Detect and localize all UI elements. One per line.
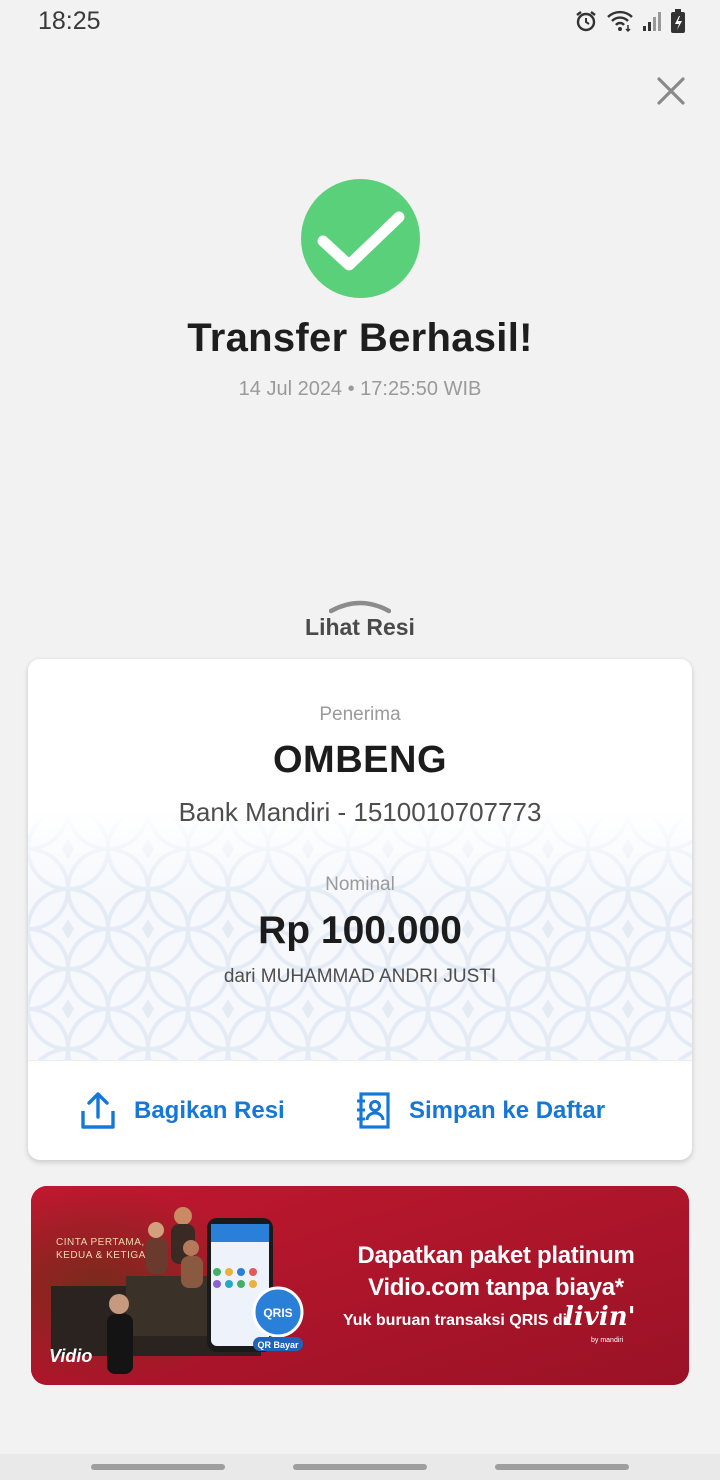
save-to-list-button[interactable]: Simpan ke Daftar — [355, 1091, 605, 1131]
signal-icon — [642, 9, 662, 33]
banner-headline-2: Vidio.com tanpa biaya* — [368, 1274, 624, 1301]
recipient-bank-account: Bank Mandiri - 1510010707773 — [178, 797, 542, 827]
contact-book-icon — [357, 1092, 390, 1129]
nav-home-button[interactable] — [293, 1464, 427, 1470]
view-receipt-label: Lihat Resi — [305, 614, 415, 640]
nav-recents-button[interactable] — [91, 1464, 225, 1470]
success-check-icon — [301, 179, 420, 298]
receipt-card: Penerima OMBENG Bank Mandiri - 151001070… — [28, 659, 692, 1160]
banner-headline-1: Dapatkan paket platinum — [357, 1242, 635, 1269]
status-icons — [574, 8, 686, 34]
banner-tagline: CINTA PERTAMA, KEDUA & KETIGA — [56, 1237, 146, 1261]
svg-text:QR Bayar: QR Bayar — [257, 1340, 299, 1350]
wifi-icon — [606, 9, 634, 33]
chevron-up-icon — [329, 600, 391, 614]
share-receipt-button[interactable]: Bagikan Resi — [80, 1091, 285, 1131]
promo-banner[interactable]: QRIS QR Bayar CINTA PERTAMA, KEDUA & KET… — [31, 1186, 689, 1385]
share-icon — [81, 1092, 115, 1129]
card-divider — [28, 1060, 692, 1061]
alarm-icon — [574, 9, 598, 33]
amount-label: Nominal — [325, 874, 395, 895]
recipient-label: Penerima — [319, 704, 401, 725]
livin-logo-sub: by mandiri — [591, 1337, 624, 1344]
view-receipt-toggle[interactable]: Lihat Resi — [260, 596, 460, 648]
save-to-list-label: Simpan ke Daftar — [409, 1097, 606, 1124]
transaction-datetime: 14 Jul 2024 • 17:25:50 WIB — [238, 378, 482, 400]
sender-name: dari MUHAMMAD ANDRI JUSTI — [223, 966, 497, 987]
status-bar: 18:25 — [0, 0, 720, 42]
close-button[interactable] — [650, 72, 690, 112]
svg-text:QRIS: QRIS — [263, 1306, 292, 1320]
page-title: Transfer Berhasil! — [187, 316, 533, 360]
status-time: 18:25 — [38, 7, 101, 35]
recipient-name: OMBENG — [273, 739, 447, 781]
close-icon[interactable] — [650, 72, 690, 112]
system-nav-bar — [0, 1454, 720, 1480]
vidio-logo: Vidio — [49, 1346, 93, 1366]
battery-icon — [670, 8, 686, 34]
livin-logo: livin' — [564, 1302, 636, 1332]
share-receipt-label: Bagikan Resi — [134, 1097, 285, 1124]
transfer-amount: Rp 100.000 — [258, 909, 462, 952]
banner-subline: Yuk buruan transaksi QRIS di — [343, 1312, 568, 1329]
nav-back-button[interactable] — [495, 1464, 629, 1470]
